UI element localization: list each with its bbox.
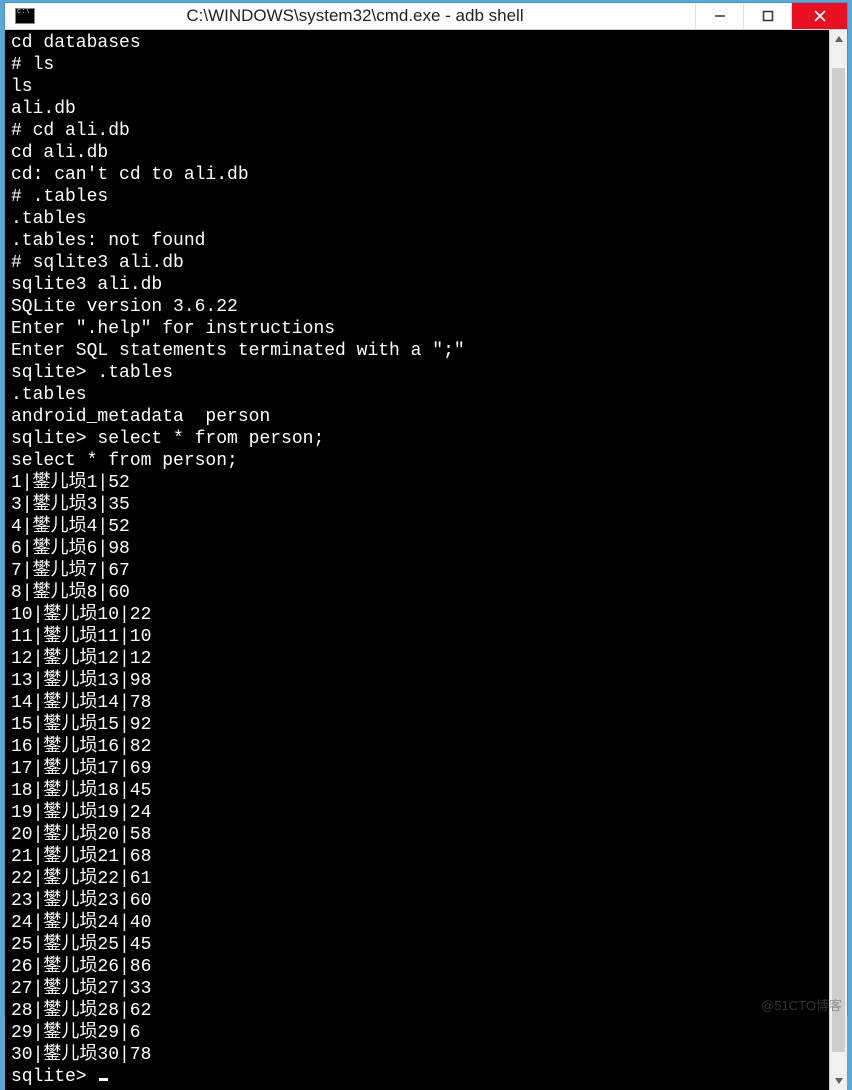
- terminal-output[interactable]: cd databases # ls ls ali.db # cd ali.db …: [5, 30, 829, 1090]
- cmd-icon: [15, 8, 35, 24]
- titlebar[interactable]: C:\WINDOWS\system32\cmd.exe - adb shell: [5, 3, 847, 30]
- scroll-down-button[interactable]: [830, 1072, 847, 1090]
- window-title: C:\WINDOWS\system32\cmd.exe - adb shell: [35, 6, 695, 26]
- window-controls: [695, 3, 847, 29]
- close-button[interactable]: [791, 3, 847, 29]
- terminal-area: cd databases # ls ls ali.db # cd ali.db …: [5, 30, 847, 1090]
- cmd-window: C:\WINDOWS\system32\cmd.exe - adb shell …: [4, 2, 848, 1016]
- vertical-scrollbar[interactable]: [829, 30, 847, 1090]
- maximize-button[interactable]: [743, 3, 791, 29]
- cursor: [99, 1078, 108, 1081]
- watermark-text: @51CTO博客: [761, 995, 842, 1014]
- scroll-up-button[interactable]: [830, 30, 847, 48]
- scrollbar-thumb[interactable]: [832, 68, 845, 1051]
- minimize-button[interactable]: [695, 3, 743, 29]
- scrollbar-track[interactable]: [830, 48, 847, 1072]
